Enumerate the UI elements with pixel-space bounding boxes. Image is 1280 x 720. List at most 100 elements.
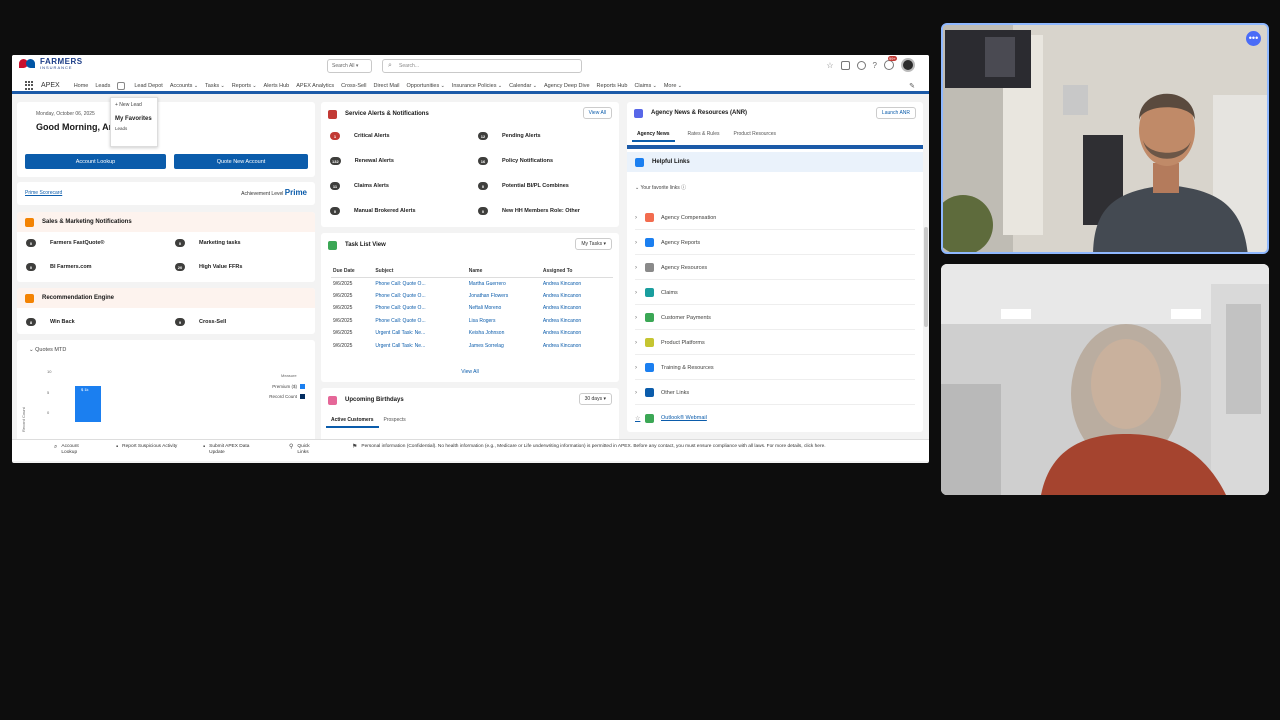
leads-dropdown-toggle-icon[interactable] bbox=[117, 81, 126, 90]
link-customer-payments[interactable]: › Customer Payments bbox=[635, 306, 915, 330]
cell-name-link[interactable]: Jonathan Flowers bbox=[467, 290, 541, 303]
tab-product-resources[interactable]: Product Resources bbox=[728, 128, 781, 142]
cell-name-link[interactable]: Keisha Johnson bbox=[467, 327, 541, 340]
alert-renewal[interactable]: 132 Renewal Alerts bbox=[330, 157, 394, 165]
nav-calendar[interactable]: Calendar bbox=[509, 83, 537, 89]
col-name[interactable]: Name bbox=[466, 265, 541, 278]
link-agency-compensation[interactable]: › Agency Compensation bbox=[635, 206, 915, 230]
cell-name-link[interactable]: Lisa Rogers bbox=[467, 315, 541, 328]
search-scope-select[interactable]: Search All ▾ bbox=[327, 59, 372, 73]
tab-rates-rules[interactable]: Rates & Rules bbox=[683, 128, 725, 142]
col-due-date[interactable]: Due Date bbox=[331, 265, 374, 278]
help-icon[interactable]: ? bbox=[873, 61, 877, 70]
cell-subject-link[interactable]: Phone Call: Quote O... bbox=[373, 315, 466, 328]
add-icon[interactable] bbox=[840, 60, 850, 70]
cell-subject-link[interactable]: Phone Call: Quote O... bbox=[373, 290, 466, 303]
nav-accounts[interactable]: Accounts bbox=[170, 83, 198, 89]
launch-anr-button[interactable]: Launch ANR bbox=[875, 107, 916, 119]
quotes-mtd-header[interactable]: ⌄ Quotes MTD bbox=[17, 340, 315, 360]
alert-new-hh[interactable]: 0 New HH Members Role: Other bbox=[478, 207, 580, 215]
cell-subject-link[interactable]: Urgent Call Task: Ne... bbox=[373, 327, 466, 340]
nav-cross-sell[interactable]: Cross-Sell bbox=[341, 83, 366, 89]
tasks-view-all-link[interactable]: View All bbox=[321, 369, 619, 375]
tab-prospects[interactable]: Prospects bbox=[379, 414, 411, 428]
alerts-view-all-button[interactable]: View All bbox=[582, 107, 612, 119]
video-tile-participant-2[interactable] bbox=[941, 264, 1269, 495]
utility-quick-links[interactable]: ⚲ Quick Links bbox=[289, 444, 317, 456]
link-training-resources[interactable]: › Training & Resources bbox=[635, 356, 915, 380]
utility-account-lookup[interactable]: ⌕ Account Lookup bbox=[54, 444, 91, 456]
app-launcher-icon[interactable] bbox=[25, 81, 34, 90]
nav-agency-deep-dive[interactable]: Agency Deep Dive bbox=[544, 83, 590, 89]
alert-critical[interactable]: 1 Critical Alerts bbox=[330, 132, 390, 140]
reco-cross-sell[interactable]: 9 Cross-Sell bbox=[175, 318, 226, 326]
menu-leads[interactable]: Leads bbox=[115, 126, 153, 131]
alert-pending[interactable]: 12 Pending Alerts bbox=[478, 132, 541, 140]
page-scrollbar[interactable] bbox=[924, 227, 928, 327]
nav-direct-mail[interactable]: Direct Mail bbox=[374, 83, 400, 89]
account-lookup-button[interactable]: Account Lookup bbox=[25, 154, 166, 169]
utility-submit-data-update[interactable]: ▪ Submit APEX Data Update bbox=[203, 444, 265, 456]
link-agency-resources[interactable]: › Agency Resources bbox=[635, 256, 915, 280]
nav-apex-analytics[interactable]: APEX Analytics bbox=[296, 83, 334, 89]
notif-fastquote[interactable]: 0 Farmers FastQuote® bbox=[26, 239, 104, 247]
nav-leads[interactable]: Leads bbox=[95, 83, 110, 89]
nav-reports[interactable]: Reports bbox=[232, 83, 257, 89]
tab-agency-news[interactable]: Agency News bbox=[632, 128, 675, 142]
cell-assigned-link[interactable]: Andrea Kincanon bbox=[541, 290, 613, 303]
favorite-links-toggle[interactable]: ⌄ Your favorite links ⓘ bbox=[635, 184, 686, 191]
tile-more-options-button[interactable]: ••• bbox=[1246, 31, 1261, 46]
cell-assigned-link[interactable]: Andrea Kincanon bbox=[541, 327, 613, 340]
nav-lead-depot[interactable]: Lead Depot bbox=[134, 83, 162, 89]
nav-opportunities[interactable]: Opportunities bbox=[407, 83, 445, 89]
alert-policy[interactable]: 16 Policy Notifications bbox=[478, 157, 553, 165]
cell-assigned-link[interactable]: Andrea Kincanon bbox=[541, 302, 613, 315]
alert-manual-brokered[interactable]: 0 Manual Brokered Alerts bbox=[330, 207, 416, 215]
cell-subject-link[interactable]: Urgent Call Task: Ne... bbox=[373, 340, 466, 353]
favorites-star-icon[interactable]: ☆ bbox=[826, 61, 833, 70]
global-search-input[interactable]: ⌕ Search... bbox=[382, 59, 582, 73]
cell-name-link[interactable]: Martha Guerrero bbox=[467, 277, 541, 290]
star-icon[interactable]: ☆ bbox=[635, 415, 645, 422]
cell-assigned-link[interactable]: Andrea Kincanon bbox=[541, 315, 613, 328]
col-subject[interactable]: Subject bbox=[373, 265, 467, 278]
nav-tasks[interactable]: Tasks bbox=[205, 83, 225, 89]
nav-alerts-hub[interactable]: Alerts Hub bbox=[264, 83, 290, 89]
cell-name-link[interactable]: Neftali Moreno bbox=[467, 302, 541, 315]
setup-icon[interactable] bbox=[856, 60, 866, 70]
cell-subject-link[interactable]: Phone Call: Quote O... bbox=[373, 302, 466, 315]
cell-assigned-link[interactable]: Andrea Kincanon bbox=[541, 340, 613, 353]
tab-active-customers[interactable]: Active Customers bbox=[326, 414, 379, 428]
user-avatar[interactable] bbox=[901, 58, 915, 72]
link-product-platforms[interactable]: › Product Platforms bbox=[635, 331, 915, 355]
link-outlook-webmail[interactable]: ☆ Outlook® Webmail bbox=[635, 406, 915, 430]
link-agency-reports[interactable]: › Agency Reports bbox=[635, 231, 915, 255]
col-assigned-to[interactable]: Assigned To bbox=[540, 265, 613, 278]
notif-marketing-tasks[interactable]: 0 Marketing tasks bbox=[175, 239, 241, 247]
farmers-logo[interactable]: FARMERS INSURANCE bbox=[19, 58, 83, 70]
nav-reports-hub[interactable]: Reports Hub bbox=[597, 83, 628, 89]
notifications-bell-icon[interactable]: 99+ bbox=[884, 56, 897, 70]
edit-nav-pencil-icon[interactable]: ✎ bbox=[909, 82, 915, 90]
link-other-links[interactable]: › Other Links bbox=[635, 381, 915, 405]
alert-bi-pl[interactable]: 0 Potential BI/PL Combines bbox=[478, 182, 569, 190]
menu-my-favorites[interactable]: My Favorites bbox=[115, 116, 153, 122]
task-filter-dropdown[interactable]: My Tasks ▾ bbox=[575, 238, 612, 250]
nav-insurance-policies[interactable]: Insurance Policies bbox=[452, 83, 502, 89]
cell-subject-link[interactable]: Phone Call: Quote O... bbox=[373, 277, 466, 290]
quote-new-account-button[interactable]: Quote New Account bbox=[174, 154, 308, 169]
video-tile-participant-1[interactable]: ••• bbox=[941, 23, 1269, 254]
birthdays-range-dropdown[interactable]: 30 days ▾ bbox=[578, 393, 612, 405]
cell-name-link[interactable]: James Sorrelag bbox=[467, 340, 541, 353]
reco-win-back[interactable]: 8 Win Back bbox=[26, 318, 75, 326]
link-claims[interactable]: › Claims bbox=[635, 281, 915, 305]
prime-scorecard-link[interactable]: Prime Scorecard bbox=[25, 190, 62, 196]
nav-home[interactable]: Home bbox=[74, 83, 89, 89]
menu-new-lead[interactable]: + New Lead bbox=[115, 102, 153, 108]
cell-assigned-link[interactable]: Andrea Kincanon bbox=[541, 277, 613, 290]
nav-more[interactable]: More bbox=[664, 83, 682, 89]
utility-report-suspicious[interactable]: ▪ Report Suspicious Activity bbox=[116, 444, 178, 451]
nav-claims[interactable]: Claims bbox=[634, 83, 656, 89]
notif-high-value-ffrs[interactable]: 20 High Value FFRs bbox=[175, 263, 242, 271]
notif-bi-farmers[interactable]: 0 BI Farmers.com bbox=[26, 263, 92, 271]
